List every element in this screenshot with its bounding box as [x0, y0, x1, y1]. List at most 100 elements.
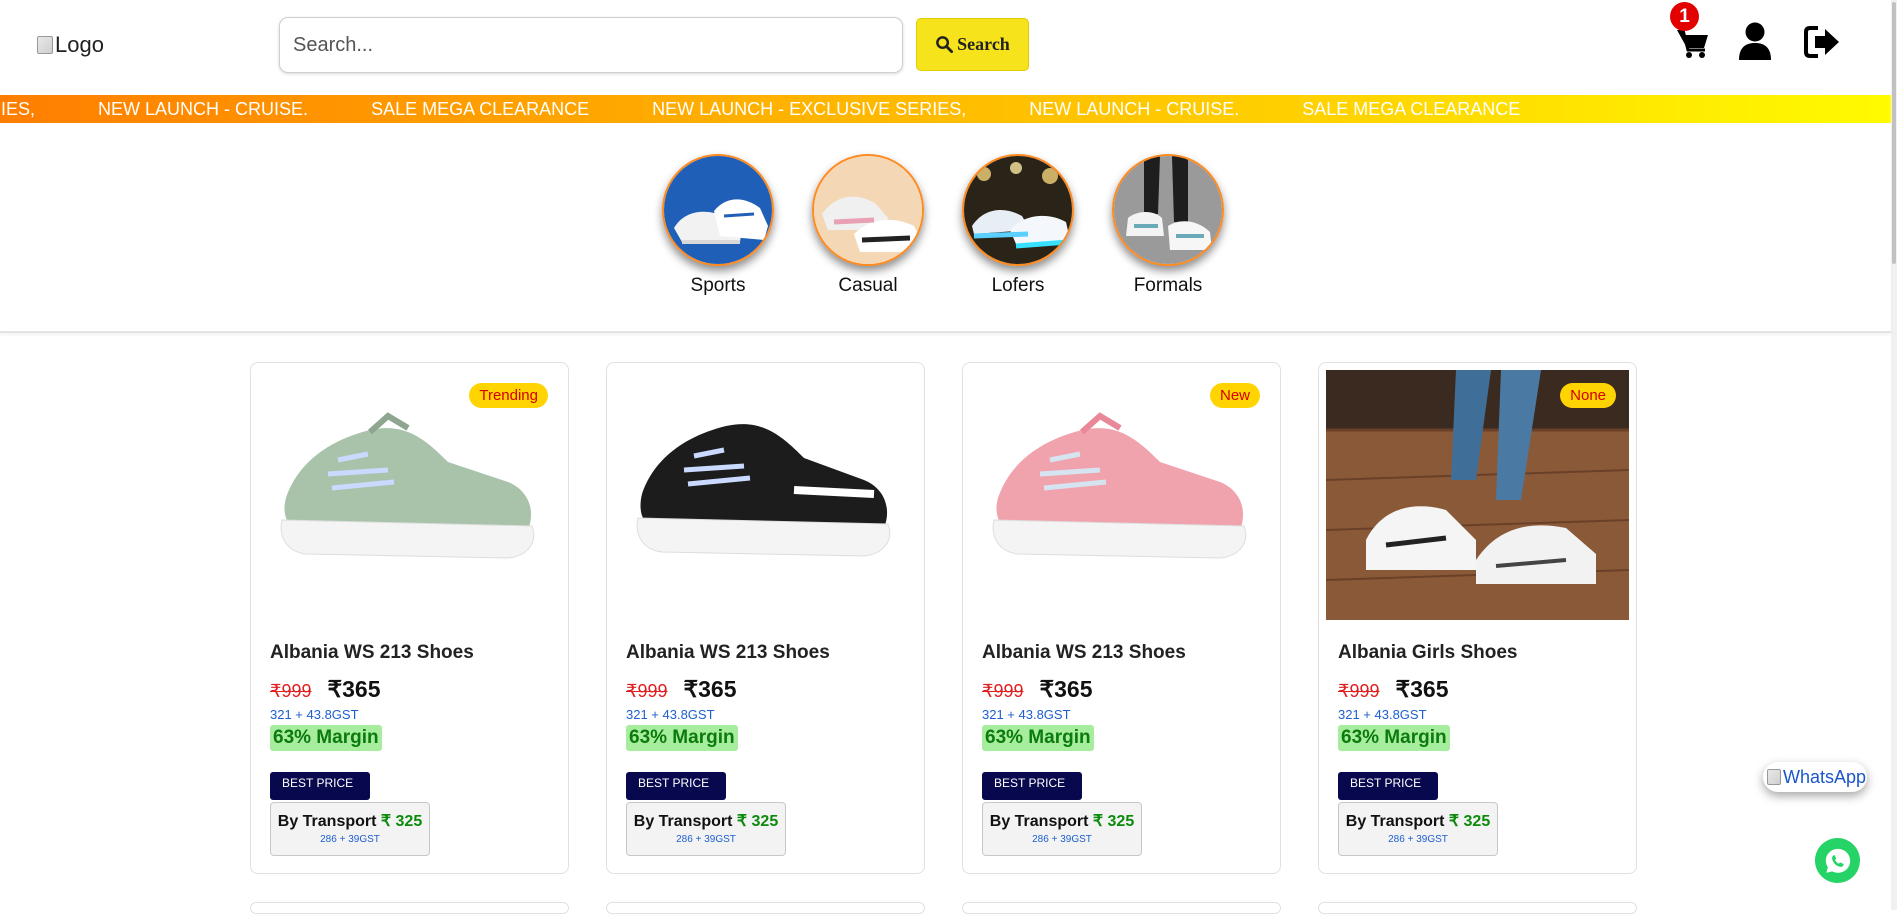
product-badge: Trending: [469, 383, 548, 408]
whatsapp-icon: [1825, 848, 1850, 873]
scrollbar-thumb[interactable]: [1892, 2, 1896, 264]
product-prices: ₹999 ₹365: [626, 676, 737, 703]
marquee-item: SALE MEGA CLEARANCE: [371, 98, 590, 119]
product-prices: ₹999 ₹365: [1338, 676, 1449, 703]
gst-breakdown: 321 + 43.8GST: [982, 707, 1071, 722]
category-label: Formals: [1133, 275, 1203, 296]
cart-count-badge: 1: [1670, 2, 1699, 31]
product-card[interactable]: Albania WS 213 Shoes ₹999 ₹365 321 + 43.…: [606, 362, 925, 874]
category-image: [1112, 154, 1224, 266]
transport-price-box: By Transport ₹ 325 286 + 39GST: [270, 802, 430, 856]
header: Logo Search 1: [0, 0, 1897, 96]
product-image: [614, 370, 917, 620]
marquee-item: SALE MEGA CLEARANCE: [1302, 98, 1521, 119]
logo-alt-text: Logo: [55, 32, 104, 57]
original-price: ₹999: [626, 681, 668, 701]
category-image: [812, 154, 924, 266]
category-formals[interactable]: Formals: [1111, 154, 1225, 297]
original-price: ₹999: [982, 681, 1024, 701]
category-image: [962, 154, 1074, 266]
category-label: Casual: [838, 275, 898, 296]
product-card[interactable]: [250, 902, 569, 914]
transport-label: By Transport: [277, 813, 377, 830]
category-label: Sports: [690, 275, 746, 296]
search-button[interactable]: Search: [916, 18, 1029, 71]
marquee-item: NEW LAUNCH - CRUISE.: [1029, 98, 1240, 119]
category-label: Lofers: [991, 275, 1045, 296]
product-prices: ₹999 ₹365: [270, 676, 381, 703]
product-badge: New: [1209, 383, 1260, 408]
announcement-marquee: SIVE SERIES, NEW LAUNCH - CRUISE. SALE M…: [0, 95, 1891, 123]
gst-breakdown: 321 + 43.8GST: [1338, 707, 1427, 722]
transport-price-box: By Transport ₹ 325 286 + 39GST: [982, 802, 1142, 856]
product-badge: None: [1560, 383, 1616, 408]
margin-badge: 63% Margin: [982, 725, 1094, 751]
category-lofers[interactable]: Lofers: [961, 154, 1075, 297]
product-name[interactable]: Albania WS 213 Shoes: [982, 642, 1186, 664]
search-input[interactable]: [279, 17, 903, 73]
gst-breakdown: 321 + 43.8GST: [270, 707, 359, 722]
cart-button[interactable]: [1676, 26, 1710, 60]
transport-price: ₹ 325: [736, 813, 779, 830]
product-image: New: [970, 370, 1273, 620]
user-account-button[interactable]: [1737, 22, 1773, 60]
broken-image-icon: [1767, 769, 1781, 785]
best-price-label: BEST PRICE: [270, 772, 370, 800]
product-name[interactable]: Albania WS 213 Shoes: [626, 642, 830, 664]
marquee-item: NEW LAUNCH - EXCLUSIVE SERIES,: [652, 98, 967, 119]
best-price-label: BEST PRICE: [626, 772, 726, 800]
logo[interactable]: Logo: [37, 32, 104, 58]
product-card[interactable]: [962, 902, 1281, 914]
product-name[interactable]: Albania WS 213 Shoes: [270, 642, 474, 664]
margin-badge: 63% Margin: [626, 725, 738, 751]
sale-price: ₹365: [1039, 676, 1093, 702]
category-sports[interactable]: Sports: [661, 154, 775, 297]
sale-price: ₹365: [1395, 676, 1449, 702]
transport-price: ₹ 325: [380, 813, 423, 830]
product-image: None: [1326, 370, 1629, 620]
product-card[interactable]: Trending Albania WS 213 Shoes ₹999 ₹365 …: [250, 362, 569, 874]
product-name[interactable]: Albania Girls Shoes: [1338, 642, 1518, 664]
transport-gst: 286 + 39GST: [1032, 834, 1092, 845]
search-button-label: Search: [957, 34, 1010, 54]
user-icon: [1739, 22, 1771, 60]
transport-gst: 286 + 39GST: [676, 834, 736, 845]
best-price-label: BEST PRICE: [982, 772, 1082, 800]
whatsapp-alt-text: WhatsApp: [1783, 766, 1867, 787]
best-price-label: BEST PRICE: [1338, 772, 1438, 800]
transport-price-box: By Transport ₹ 325 286 + 39GST: [1338, 802, 1498, 856]
product-card[interactable]: None Albania Girls Shoes ₹999 ₹365 321 +…: [1318, 362, 1637, 874]
gst-breakdown: 321 + 43.8GST: [626, 707, 715, 722]
marquee-item: NEW LAUNCH - CRUISE.: [98, 98, 309, 119]
product-card[interactable]: New Albania WS 213 Shoes ₹999 ₹365 321 +…: [962, 362, 1281, 874]
shopping-cart-icon: [1677, 29, 1708, 58]
marquee-item: SIVE SERIES,: [0, 98, 36, 119]
original-price: ₹999: [1338, 681, 1380, 701]
category-casual[interactable]: Casual: [811, 154, 925, 297]
transport-label: By Transport: [1345, 813, 1445, 830]
transport-label: By Transport: [989, 813, 1089, 830]
product-image: Trending: [258, 370, 561, 620]
whatsapp-chat-button[interactable]: [1815, 838, 1860, 883]
product-card[interactable]: [1318, 902, 1637, 914]
margin-badge: 63% Margin: [270, 725, 382, 751]
product-prices: ₹999 ₹365: [982, 676, 1093, 703]
category-image: [662, 154, 774, 266]
sale-price: ₹365: [683, 676, 737, 702]
transport-price: ₹ 325: [1092, 813, 1135, 830]
transport-price: ₹ 325: [1448, 813, 1491, 830]
broken-image-icon: [37, 36, 53, 54]
category-bar: Sports Casual Lofers Formals: [0, 124, 1891, 333]
original-price: ₹999: [270, 681, 312, 701]
search-icon: [936, 36, 954, 54]
sign-out-icon: [1804, 26, 1839, 58]
transport-gst: 286 + 39GST: [320, 834, 380, 845]
logout-button[interactable]: [1804, 25, 1842, 59]
whatsapp-link[interactable]: WhatsApp: [1763, 762, 1867, 792]
page-scrollbar[interactable]: [1891, 0, 1897, 910]
transport-gst: 286 + 39GST: [1388, 834, 1448, 845]
product-card[interactable]: [606, 902, 925, 914]
transport-label: By Transport: [633, 813, 733, 830]
margin-badge: 63% Margin: [1338, 725, 1450, 751]
sale-price: ₹365: [327, 676, 381, 702]
